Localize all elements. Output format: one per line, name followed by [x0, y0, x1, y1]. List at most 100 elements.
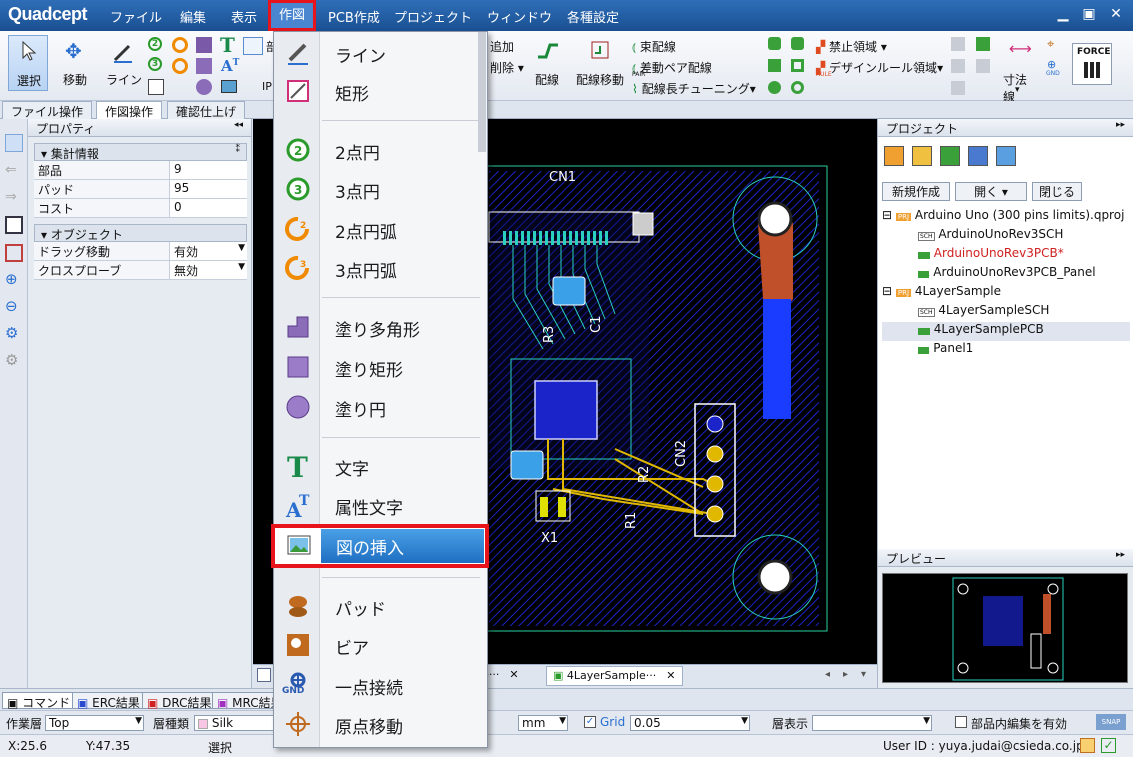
- expand-icon[interactable]: ▸▸: [1116, 120, 1125, 130]
- tab-command[interactable]: ▣ コマンド: [2, 692, 76, 710]
- attr-text-small-icon[interactable]: AT: [221, 57, 239, 75]
- menu-item-text[interactable]: T 文字: [274, 447, 487, 483]
- menu-item-insert-image[interactable]: 図の挿入: [271, 524, 489, 568]
- schematic-icon[interactable]: [912, 146, 932, 166]
- grid-select[interactable]: 0.05 ▼: [630, 715, 750, 731]
- tree-item[interactable]: PCB ArduinoUnoRev3PCB*: [882, 246, 1130, 265]
- tree-item[interactable]: PNL Panel1: [882, 341, 1130, 360]
- tab-scroll-right-icon[interactable]: ▸: [843, 669, 848, 680]
- tab-scroll-left-icon[interactable]: ◂: [825, 669, 830, 680]
- menu-pcb[interactable]: PCB作成: [328, 7, 380, 26]
- menu-window[interactable]: ウィンドウ: [487, 7, 552, 26]
- select-tool-icon[interactable]: [5, 134, 23, 152]
- collapse-icon[interactable]: ⊟: [882, 284, 896, 298]
- menu-view[interactable]: 表示: [231, 7, 257, 26]
- pcb-layers-icon[interactable]: [940, 146, 960, 166]
- wiring-move-button[interactable]: 配線移動: [575, 37, 625, 93]
- gear-icon[interactable]: ⚙: [5, 324, 23, 342]
- layer-type-select[interactable]: Silk: [194, 715, 274, 731]
- back-arrow-icon[interactable]: ⇐: [5, 162, 23, 180]
- copper-icon[interactable]: [768, 37, 781, 50]
- close-icon[interactable]: ✕: [509, 668, 518, 681]
- tree-item[interactable]: PNL ArduinoUnoRev3PCB_Panel: [882, 265, 1130, 284]
- menu-item-pad[interactable]: パッド: [274, 587, 487, 623]
- menu-item-circle2[interactable]: 2 2点円: [274, 131, 487, 167]
- check-icon[interactable]: ✓: [1101, 738, 1116, 753]
- panel-icon[interactable]: [996, 146, 1016, 166]
- object-group[interactable]: ▾ オブジェクト: [34, 224, 247, 242]
- circle3-small-icon[interactable]: 3: [148, 57, 162, 71]
- menu-item-single-point[interactable]: GND 一点接続: [274, 666, 487, 702]
- menu-item-origin-move[interactable]: 原点移動: [274, 705, 487, 741]
- layer-display-select[interactable]: ▼: [812, 715, 932, 731]
- tree-item[interactable]: PCB 4LayerSamplePCB: [882, 322, 1130, 341]
- copper-ring-icon[interactable]: [791, 81, 804, 94]
- menu-file[interactable]: ファイル: [110, 7, 162, 26]
- arc2-small-icon[interactable]: [172, 37, 188, 53]
- move-button[interactable]: ✥ 移動: [55, 35, 95, 91]
- zoom-out-icon[interactable]: ⊖: [5, 297, 23, 315]
- menu-item-rect[interactable]: 矩形: [274, 72, 487, 108]
- settings-icon[interactable]: ⚙: [5, 351, 23, 369]
- grid-checkbox[interactable]: ✓: [584, 716, 596, 728]
- zoom-in-icon[interactable]: ⊕: [5, 270, 23, 288]
- tab-draw-ops[interactable]: 作図操作: [96, 101, 163, 119]
- unit-select[interactable]: mm ▼: [518, 715, 568, 731]
- delete-button[interactable]: 削除 ▾: [490, 59, 524, 76]
- menu-item-arc3[interactable]: 3 3点円弧: [274, 249, 487, 285]
- copper-edit-icon[interactable]: [791, 37, 804, 50]
- line-button[interactable]: ライン: [102, 35, 142, 91]
- expand-icon[interactable]: ▸▸: [1116, 550, 1125, 560]
- tree-item[interactable]: SCH ArduinoUnoRev3SCH: [882, 227, 1130, 246]
- menu-item-arc2[interactable]: 2 2点円弧: [274, 210, 487, 246]
- mail-icon[interactable]: [1080, 738, 1095, 753]
- text-small-icon[interactable]: T: [220, 33, 235, 57]
- menu-project[interactable]: プロジェクト: [394, 7, 472, 26]
- preview-canvas[interactable]: [882, 573, 1128, 683]
- wiring-button[interactable]: 配線: [530, 37, 566, 93]
- bundle-wiring-button[interactable]: ⦅ 束配線: [632, 38, 752, 55]
- menu-settings[interactable]: 各種設定: [567, 7, 619, 26]
- menu-item-fill-circle[interactable]: 塗り円: [274, 388, 487, 424]
- image-small-icon[interactable]: [221, 80, 237, 93]
- arc3-small-icon[interactable]: [172, 58, 188, 74]
- close-project-button[interactable]: 閉じる: [1032, 182, 1082, 201]
- tab-file-ops[interactable]: ファイル操作: [2, 101, 93, 119]
- tab-confirm[interactable]: 確認仕上げ: [167, 101, 246, 119]
- forward-arrow-icon[interactable]: ⇒: [5, 189, 23, 207]
- tree-item[interactable]: SCH 4LayerSampleSCH: [882, 303, 1130, 322]
- select-button[interactable]: 選択: [8, 35, 48, 91]
- part-edit-checkbox[interactable]: [955, 716, 967, 728]
- fill-circle-small-icon[interactable]: [196, 79, 212, 95]
- tab-erc[interactable]: ▣ ERC結果: [72, 692, 145, 710]
- component-small-icon[interactable]: [243, 37, 263, 55]
- tree-item[interactable]: ⊟ PRJ 4LayerSample: [882, 284, 1130, 303]
- save-icon[interactable]: [5, 216, 23, 234]
- design-rule-area-button[interactable]: ▞ デザインルール領域▾: [816, 59, 943, 76]
- doc-tab-2[interactable]: ▣ 4LayerSample··· ✕: [546, 666, 683, 686]
- menu-item-fill-rect[interactable]: 塗り矩形: [274, 348, 487, 384]
- summary-group[interactable]: ▾ 集計情報 ⁑: [34, 143, 247, 161]
- tab-drc[interactable]: ▣ DRC結果: [142, 692, 217, 710]
- close-icon[interactable]: ✕: [1108, 6, 1124, 22]
- add-button[interactable]: 追加: [490, 38, 514, 55]
- origin-icon[interactable]: ⌖: [1047, 37, 1054, 52]
- pin-icon[interactable]: ⁑: [236, 145, 241, 155]
- close-icon[interactable]: ✕: [666, 669, 675, 682]
- tree-item[interactable]: ⊟ PRJ Arduino Uno (300 pins limits).qpro…: [882, 208, 1130, 227]
- circle2-small-icon[interactable]: 2: [148, 37, 162, 51]
- tab-list-icon[interactable]: ▾: [861, 669, 866, 680]
- maximize-icon[interactable]: ▣: [1081, 6, 1097, 22]
- collapse-icon[interactable]: ◂◂: [234, 120, 243, 130]
- snap-button[interactable]: SNAP: [1096, 714, 1126, 730]
- copper-poly-icon[interactable]: [976, 37, 990, 51]
- work-layer-select[interactable]: Top ▼: [45, 715, 144, 731]
- rect-small-icon[interactable]: [148, 79, 164, 95]
- probe-select[interactable]: 無効 ▼: [170, 261, 247, 279]
- diff-pair-button[interactable]: ⦅ 差動ペア配線: [632, 59, 752, 76]
- menu-item-fill-poly[interactable]: 塗り多角形: [274, 308, 487, 344]
- fill-poly-small-icon[interactable]: [196, 37, 212, 53]
- force-button[interactable]: FORCE: [1072, 43, 1112, 85]
- drag-select[interactable]: 有効 ▼: [170, 242, 247, 260]
- copper-hollow-icon[interactable]: [791, 59, 804, 72]
